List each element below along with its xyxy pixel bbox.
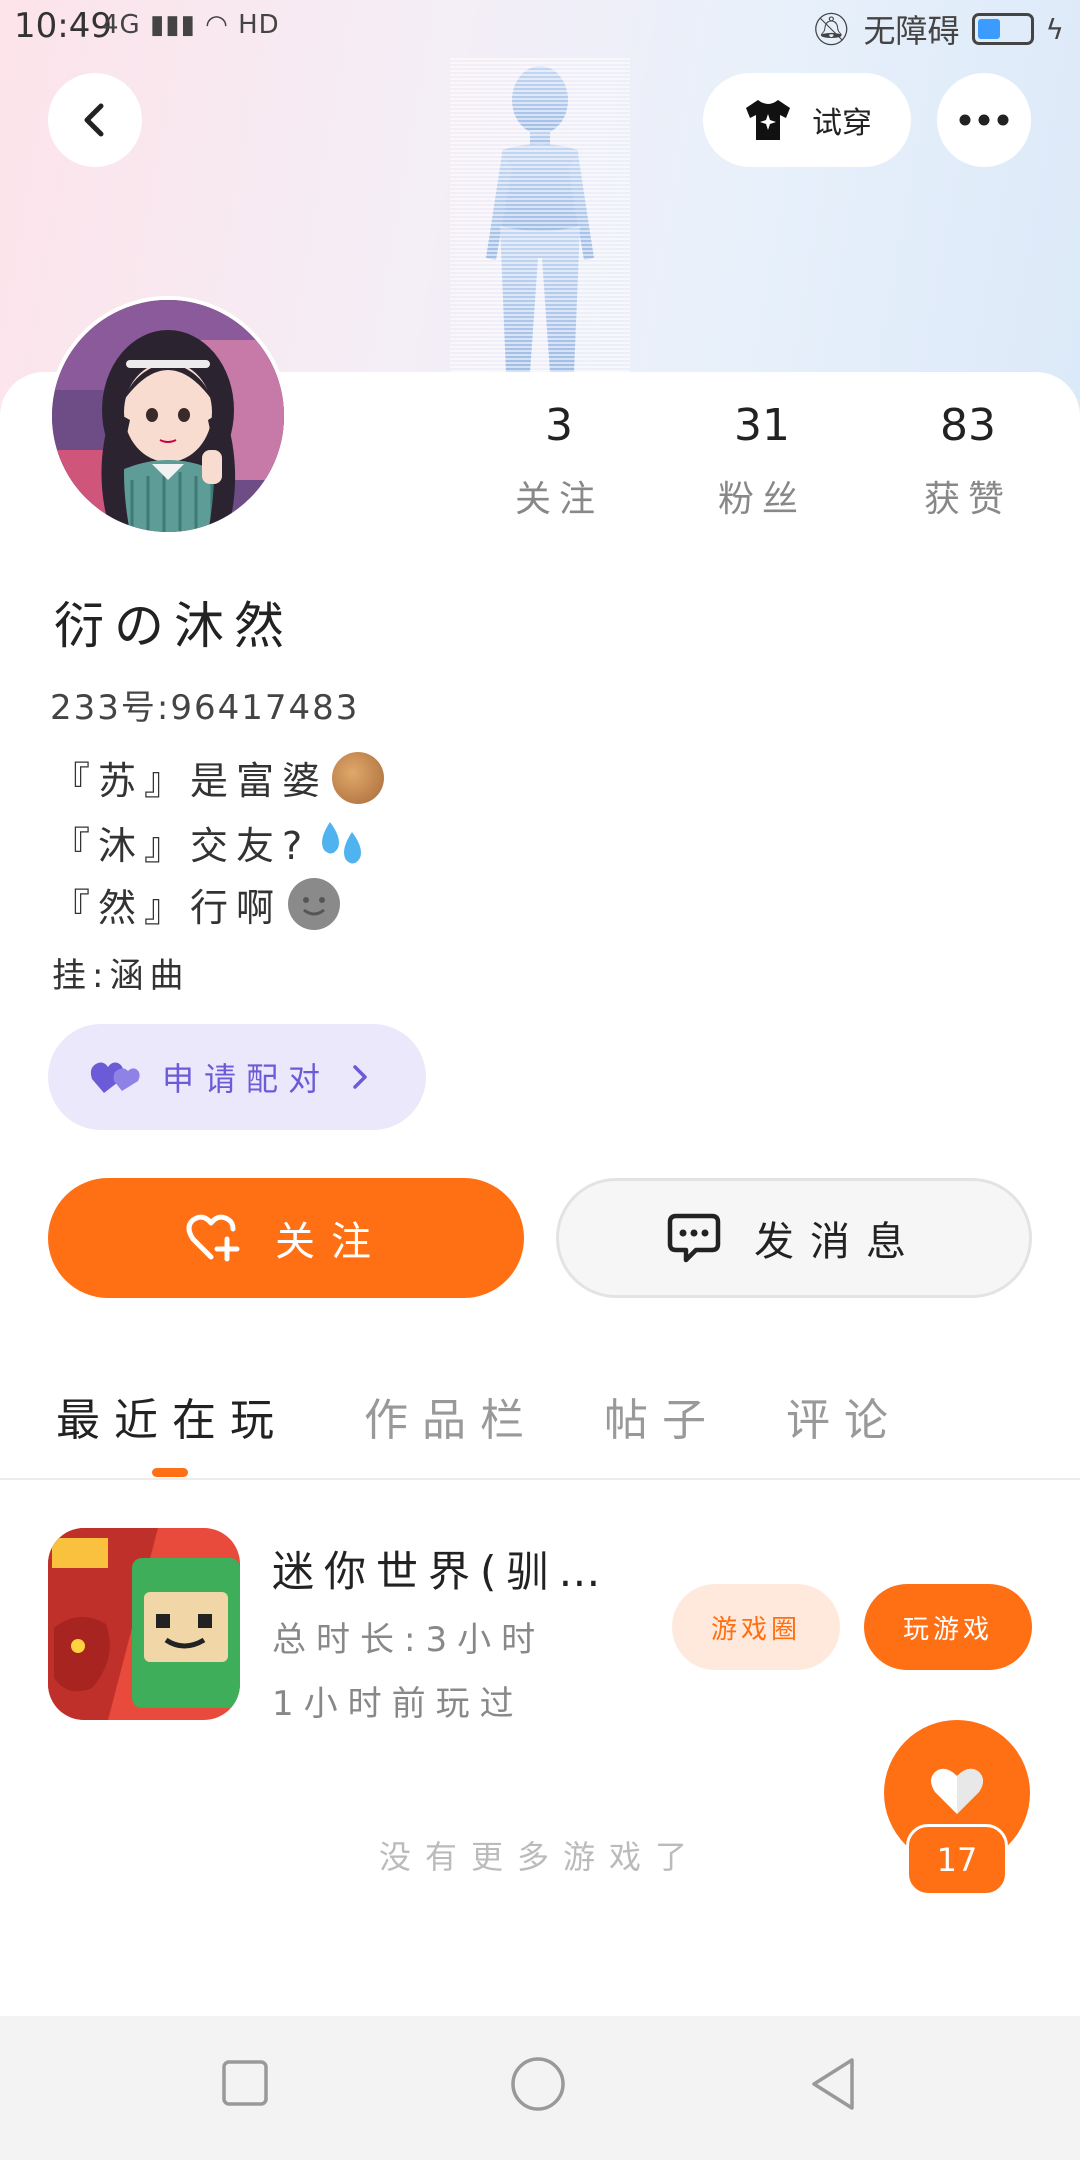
stat-likes-label: 获赞	[923, 479, 1012, 520]
status-time: 10:49	[14, 6, 112, 46]
heart-icon	[931, 1768, 983, 1814]
stat-following-label: 关注	[514, 479, 603, 520]
game-last-played: 1小时前玩过	[272, 1684, 524, 1724]
home-icon[interactable]	[510, 2056, 566, 2112]
avatar-3d-figure[interactable]	[450, 58, 630, 373]
monkey-emoji-icon	[332, 751, 385, 804]
recent-apps-icon[interactable]	[222, 2060, 268, 2106]
status-right: 🔕︎ 无障碍 ϟ	[811, 6, 1064, 52]
hang-line: 挂:涵曲	[52, 948, 189, 997]
send-message-label: 发消息	[754, 1219, 922, 1265]
tab-works[interactable]: 作品栏	[364, 1384, 538, 1448]
tab-posts[interactable]: 帖子	[604, 1384, 720, 1448]
nickname: 衍の沐然	[54, 597, 294, 655]
sweat-drops-emoji-icon	[322, 822, 362, 864]
bio-text-1: 『苏』是富婆	[52, 759, 329, 803]
avatar[interactable]	[48, 296, 288, 536]
bio-text-2: 『沐』交友?	[52, 823, 311, 868]
send-message-button[interactable]: 发消息	[556, 1178, 1032, 1298]
follow-button[interactable]: 关注	[48, 1178, 524, 1298]
chevron-left-icon	[84, 103, 104, 137]
play-game-button[interactable]: 玩游戏	[864, 1584, 1032, 1670]
double-heart-icon	[90, 1062, 140, 1093]
game-icon-image	[48, 1528, 240, 1720]
stat-likes[interactable]: 83 获赞	[888, 400, 1048, 522]
system-nav-bar	[0, 2016, 1080, 2160]
tab-recent-games[interactable]: 最近在玩	[56, 1384, 288, 1448]
game-total-time: 总时长:3小时	[272, 1620, 546, 1660]
try-on-label: 试穿	[812, 106, 872, 141]
heart-plus-icon	[186, 1214, 240, 1262]
back-button[interactable]	[48, 73, 142, 167]
tab-active-indicator	[152, 1468, 188, 1477]
network-type: 4G	[102, 10, 141, 40]
try-on-button[interactable]: 试穿	[703, 73, 911, 167]
chevron-right-icon	[353, 1065, 367, 1089]
tshirt-icon	[746, 100, 790, 140]
back-nav-icon[interactable]	[808, 2056, 858, 2112]
bio-line-3: 『然』行啊	[52, 876, 342, 932]
mute-icon: 🔕︎	[810, 10, 852, 48]
more-button[interactable]	[937, 73, 1031, 167]
game-circle-button[interactable]: 游戏圈	[672, 1584, 840, 1670]
game-icon[interactable]	[48, 1528, 240, 1720]
stat-following-value: 3	[545, 400, 573, 451]
tab-divider	[0, 1478, 1080, 1480]
bio-line-1: 『苏』是富婆	[52, 750, 385, 805]
status-bar: 10:49 4G ▮▮▮ ◠ HD 🔕︎ 无障碍 ϟ	[0, 0, 1080, 56]
chat-bubble-icon	[667, 1213, 721, 1263]
gray-face-emoji-icon	[288, 878, 341, 930]
stat-followers-value: 31	[734, 400, 790, 451]
signal-icon: 4G ▮▮▮ ◠ HD	[102, 10, 280, 40]
follow-label: 关注	[275, 1219, 387, 1265]
battery-icon	[971, 13, 1034, 45]
bio-line-2: 『沐』交友?	[52, 814, 370, 870]
user-id[interactable]: 233号:96417483	[50, 680, 359, 729]
pair-request-label: 申请配对	[162, 1060, 331, 1098]
stat-likes-value: 83	[940, 400, 996, 451]
accessibility-label: 无障碍	[863, 12, 960, 50]
stat-followers-label: 粉丝	[717, 479, 806, 520]
hang-text: 挂:涵曲	[52, 956, 190, 996]
bio-text-3: 『然』行啊	[52, 885, 283, 930]
game-title[interactable]: 迷你世界(驯…	[272, 1538, 610, 1599]
stat-followers[interactable]: 31 粉丝	[682, 400, 842, 522]
tab-comments[interactable]: 评论	[786, 1384, 902, 1448]
avatar-image	[52, 300, 284, 532]
more-dots-icon	[959, 114, 1009, 126]
no-more-games-text: 没有更多游戏了	[378, 1838, 701, 1876]
pair-request-button[interactable]: 申请配对	[48, 1024, 426, 1130]
stat-following[interactable]: 3 关注	[479, 400, 639, 522]
charging-icon: ϟ	[1045, 12, 1064, 46]
